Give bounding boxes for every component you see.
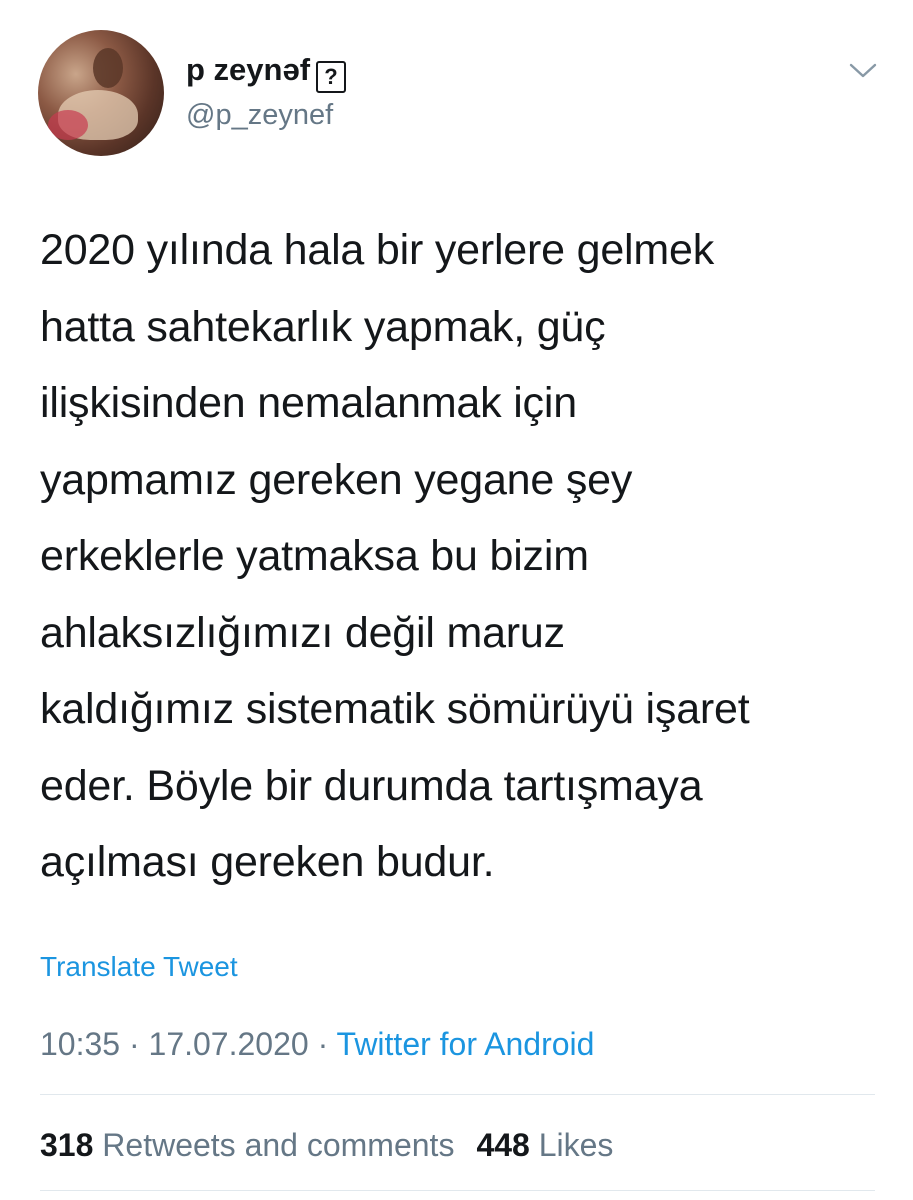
divider [40,1190,875,1191]
likes-label: Likes [538,1127,614,1163]
meta-separator: · [128,1026,140,1062]
tweet-text: 2020 yılında hala bir yerlere gelmek hat… [40,226,750,886]
likes-stat[interactable]: 448 Likes [476,1127,613,1163]
retweets-stat[interactable]: 318 Retweets and comments [40,1127,454,1163]
likes-count: 448 [476,1127,530,1163]
avatar[interactable] [38,30,164,156]
divider [40,1094,875,1095]
tweet-metadata: 10:35 · 17.07.2020 · Twitter for Android [40,1025,594,1063]
meta-separator: · [317,1026,329,1062]
tweet-source-link[interactable]: Twitter for Android [337,1026,595,1062]
retweets-label: Retweets and comments [102,1127,455,1163]
avatar-shape [48,110,88,140]
display-name[interactable]: p zeynəf? [186,52,347,93]
tweet-date: 17.07.2020 [148,1026,309,1062]
unknown-glyph-icon: ? [316,61,347,93]
user-handle[interactable]: @p_zeynef [186,98,333,132]
translate-tweet-link[interactable]: Translate Tweet [40,950,238,984]
tweet-time: 10:35 [40,1026,121,1062]
chevron-down-icon[interactable] [848,60,878,82]
avatar-shape [93,48,123,88]
tweet-stats: 318 Retweets and comments 448 Likes [40,1126,613,1164]
retweets-count: 318 [40,1127,94,1163]
tweet-detail: p zeynəf? @p_zeynef 2020 yılında hala bi… [0,0,913,1200]
display-name-text: p zeynəf [186,52,311,87]
